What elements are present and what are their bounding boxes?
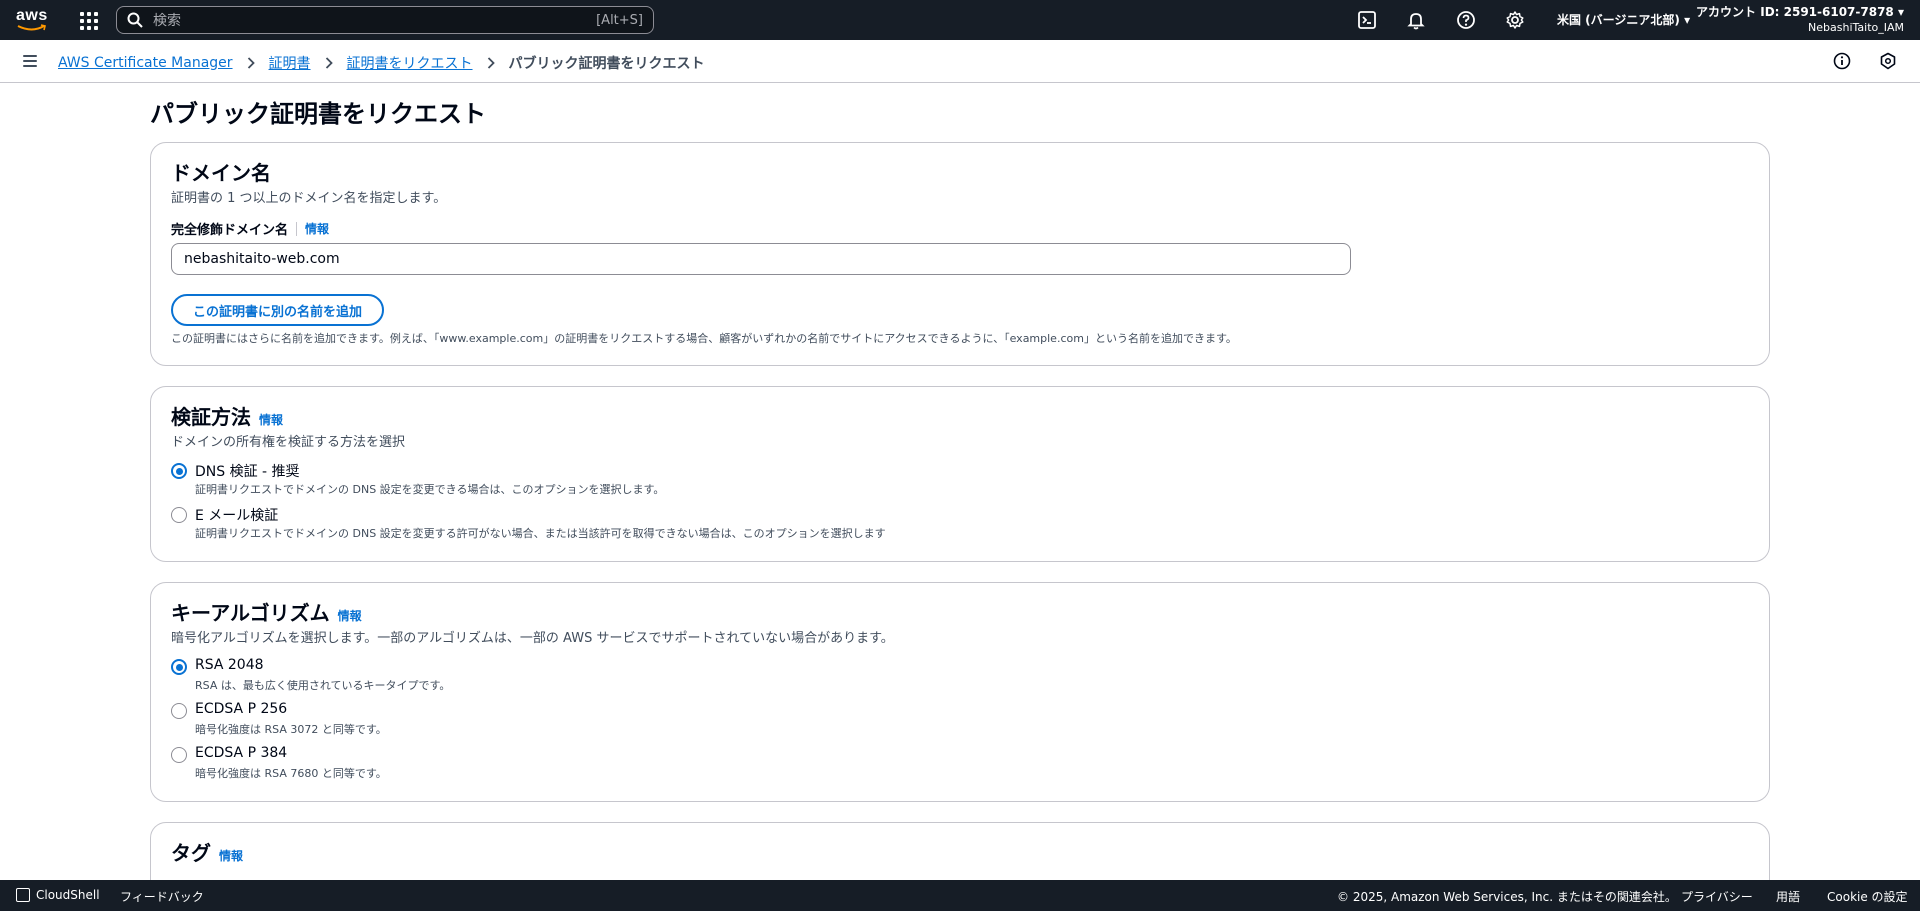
add-another-name-button[interactable]: この証明書に別の名前を追加 <box>171 294 385 326</box>
radio-label: RSA 2048 <box>195 657 264 673</box>
validation-method-card: 検証方法 情報 ドメインの所有権を検証する方法を選択 DNS 検証 - 推奨 証明… <box>150 386 1770 562</box>
help-icon[interactable] <box>1456 10 1476 30</box>
radio-label: ECDSA P 384 <box>195 745 288 761</box>
chevron-right-icon <box>487 57 495 69</box>
radio-description: 証明書リクエストでドメインの DNS 設定を変更する許可がない場合、または当該許… <box>195 527 886 540</box>
radio-button[interactable] <box>171 507 187 523</box>
cloudshell-footer-icon[interactable] <box>16 888 30 902</box>
breadcrumb-request-certificate[interactable]: 証明書をリクエスト <box>347 53 473 73</box>
top-navigation: aws 検索 [Alt+S] 米国 (バージニア北部) ▾ アカウント ID: … <box>0 0 1920 40</box>
key-title-text: キーアルゴリズム <box>171 601 330 625</box>
chevron-right-icon <box>325 57 333 69</box>
label-divider <box>296 221 298 236</box>
add-name-help-text: この証明書にはさらに名前を追加できます。例えば、「www.example.com… <box>171 332 1237 345</box>
fqdn-label-text: 完全修飾ドメイン名 <box>171 223 289 238</box>
page-title: パブリック証明書をリクエスト <box>150 100 486 128</box>
key-card-description: 暗号化アルゴリズムを選択します。一部のアルゴリズムは、一部の AWS サービスで… <box>171 631 894 646</box>
breadcrumb-bar: AWS Certificate Manager 証明書 証明書をリクエスト パブ… <box>0 40 1920 83</box>
breadcrumb-acm[interactable]: AWS Certificate Manager <box>58 55 233 71</box>
footer-terms-link[interactable]: 用語 <box>1776 888 1800 905</box>
radio-button-selected[interactable] <box>171 659 187 675</box>
security-shield-icon[interactable] <box>1879 52 1897 70</box>
breadcrumb-current: パブリック証明書をリクエスト <box>508 56 705 72</box>
radio-button[interactable] <box>171 747 187 763</box>
footer-copyright: © 2025, Amazon Web Services, Inc. またはその関… <box>1337 890 1677 904</box>
validation-title-text: 検証方法 <box>171 405 251 429</box>
cloudshell-icon[interactable] <box>1357 10 1377 30</box>
radio-button[interactable] <box>171 703 187 719</box>
key-info-link[interactable]: 情報 <box>338 609 362 623</box>
breadcrumb: AWS Certificate Manager 証明書 証明書をリクエスト パブ… <box>58 53 705 73</box>
fqdn-info-link[interactable]: 情報 <box>305 220 329 237</box>
domain-card-description: 証明書の 1 つ以上のドメイン名を指定します。 <box>171 191 447 206</box>
radio-button-selected[interactable] <box>171 463 187 479</box>
footer-feedback-link[interactable]: フィードバック <box>120 888 204 905</box>
radio-description: 暗号化強度は RSA 3072 と同等です。 <box>195 723 387 736</box>
domain-name-card: ドメイン名 証明書の 1 つ以上のドメイン名を指定します。 完全修飾ドメイン名 … <box>150 142 1770 366</box>
key-algorithm-card: キーアルゴリズム 情報 暗号化アルゴリズムを選択します。一部のアルゴリズムは、一部… <box>150 582 1770 802</box>
footer-cookie-settings-link[interactable]: Cookie の設定 <box>1827 888 1908 905</box>
search-placeholder: 検索 <box>153 13 181 29</box>
settings-gear-icon[interactable] <box>1505 10 1525 30</box>
hamburger-menu-icon[interactable] <box>23 55 37 67</box>
tags-card-title: タグ 情報 <box>171 837 243 866</box>
validation-card-title: 検証方法 情報 <box>171 401 283 430</box>
aws-logo[interactable]: aws <box>16 8 50 32</box>
tags-info-link[interactable]: 情報 <box>219 849 243 863</box>
domain-card-title: ドメイン名 <box>171 161 271 185</box>
account-id: アカウント ID: 2591-6107-7878 ▾ <box>1696 5 1904 19</box>
fqdn-label: 完全修飾ドメイン名 情報 <box>171 219 329 238</box>
search-icon <box>127 12 143 28</box>
search-bar[interactable]: 検索 [Alt+S] <box>116 6 654 34</box>
chevron-right-icon <box>247 57 255 69</box>
radio-description: 暗号化強度は RSA 7680 と同等です。 <box>195 767 387 780</box>
radio-label: DNS 検証 - 推奨 <box>195 464 300 480</box>
services-menu-icon[interactable] <box>80 12 98 30</box>
radio-description: RSA は、最も広く使用されているキータイプです。 <box>195 679 451 692</box>
key-card-title: キーアルゴリズム 情報 <box>171 597 362 626</box>
info-panel-icon[interactable] <box>1833 52 1851 70</box>
breadcrumb-certificates[interactable]: 証明書 <box>269 53 311 73</box>
footer-bar: CloudShell フィードバック © 2025, Amazon Web Se… <box>0 880 1920 911</box>
aws-smile-icon <box>17 24 46 31</box>
fqdn-input[interactable]: nebashitaito-web.com <box>171 243 1351 275</box>
validation-card-description: ドメインの所有権を検証する方法を選択 <box>171 435 406 450</box>
radio-description: 証明書リクエストでドメインの DNS 設定を変更できる場合は、このオプションを選… <box>195 483 665 496</box>
aws-logo-text: aws <box>16 7 48 24</box>
tags-title-text: タグ <box>171 841 211 865</box>
footer-cloudshell-link[interactable]: CloudShell <box>36 888 100 902</box>
account-menu[interactable]: アカウント ID: 2591-6107-7878 ▾ NebashiTaito_… <box>1696 5 1904 35</box>
radio-label: E メール検証 <box>195 508 279 524</box>
notifications-bell-icon[interactable] <box>1406 10 1426 30</box>
radio-label: ECDSA P 256 <box>195 701 288 717</box>
account-user: NebashiTaito_IAM <box>1808 21 1904 34</box>
search-shortcut: [Alt+S] <box>596 12 643 28</box>
validation-info-link[interactable]: 情報 <box>259 413 283 427</box>
region-selector[interactable]: 米国 (バージニア北部) ▾ <box>1557 11 1690 28</box>
footer-privacy-link[interactable]: プライバシー <box>1681 888 1753 905</box>
